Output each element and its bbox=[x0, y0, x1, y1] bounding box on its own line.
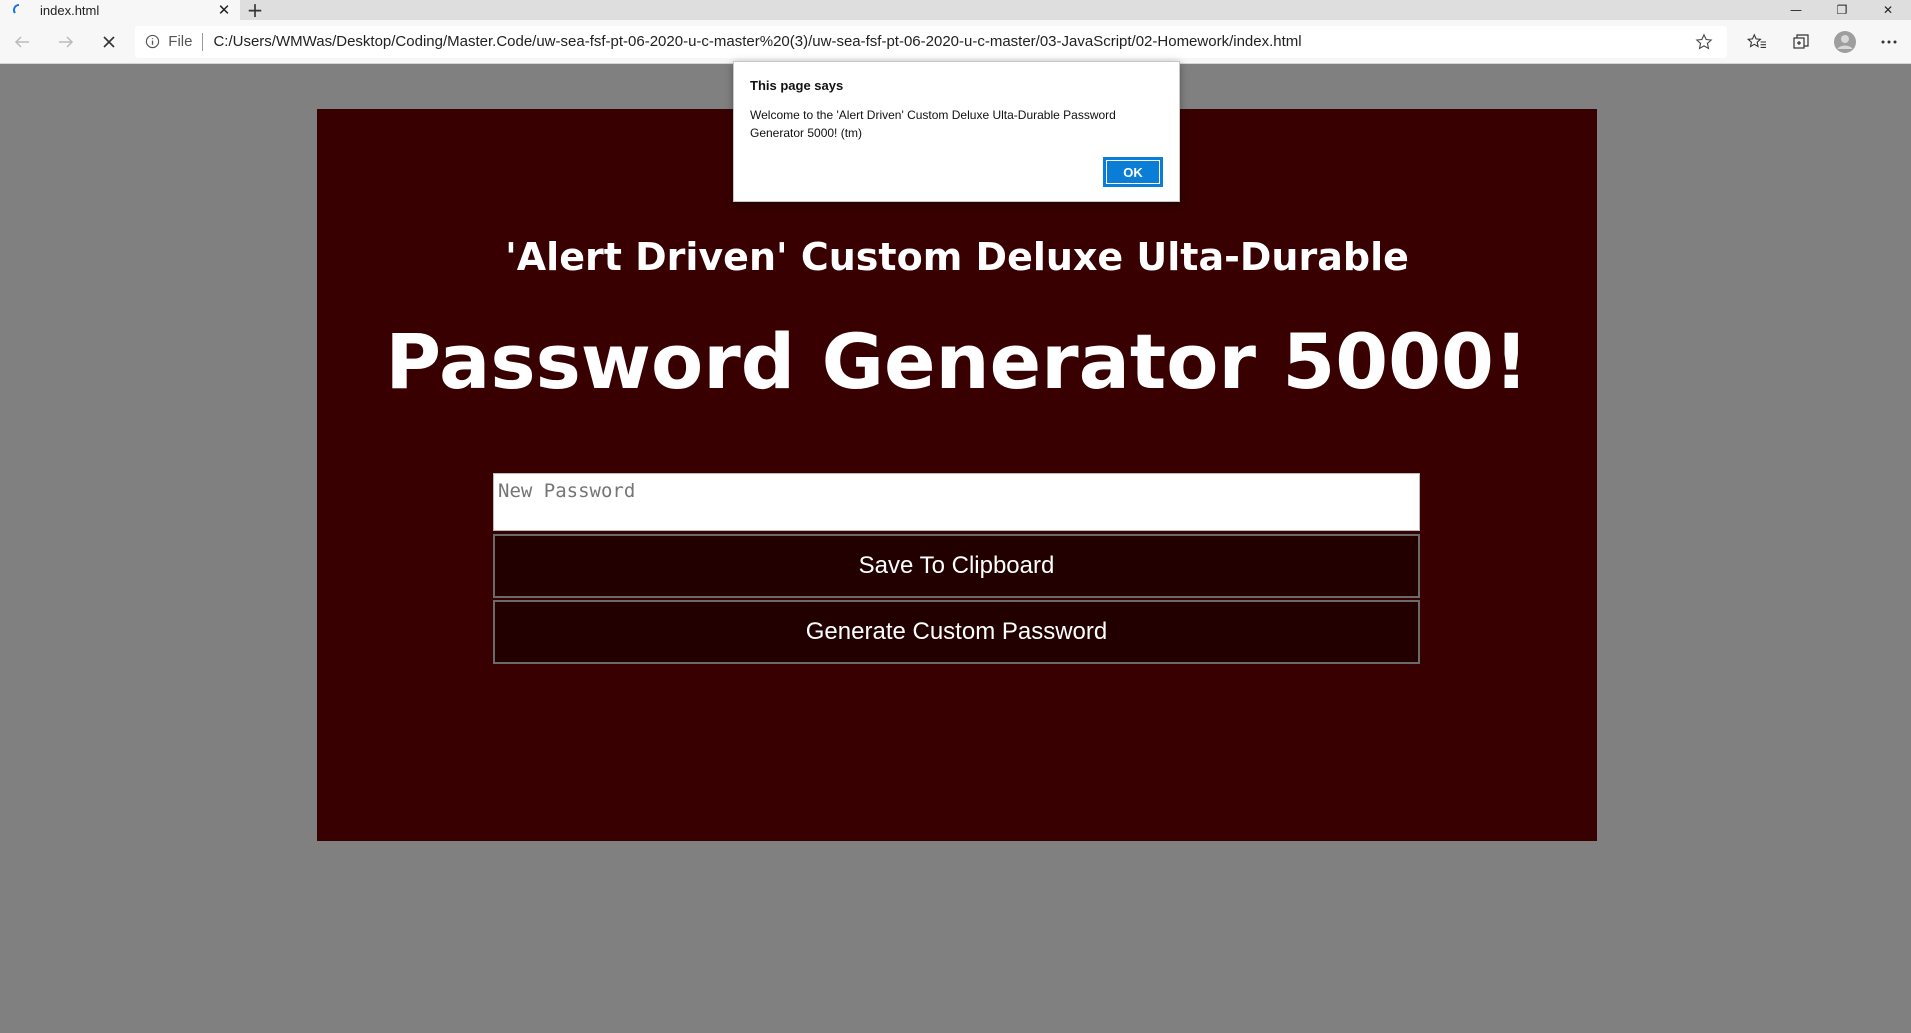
window-controls: — ❐ ✕ bbox=[1773, 0, 1911, 20]
scheme-label: File bbox=[168, 33, 193, 50]
minimize-button[interactable]: — bbox=[1773, 0, 1819, 20]
restore-button[interactable]: ❐ bbox=[1819, 0, 1865, 20]
page-subtitle: 'Alert Driven' Custom Deluxe Ulta-Durabl… bbox=[505, 235, 1409, 279]
favorite-star-icon[interactable] bbox=[1691, 33, 1717, 51]
toolbar-actions bbox=[1735, 20, 1911, 64]
profile-button[interactable] bbox=[1823, 20, 1867, 64]
page-title: Password Generator 5000! bbox=[385, 317, 1529, 406]
generate-password-button[interactable]: Generate Custom Password bbox=[493, 600, 1420, 664]
close-window-button[interactable]: ✕ bbox=[1865, 0, 1911, 20]
tab-index-html[interactable]: index.html ✕ bbox=[0, 0, 240, 20]
tab-strip: index.html ✕ + — ❐ ✕ bbox=[0, 0, 1911, 22]
tab-title: index.html bbox=[40, 2, 100, 18]
dialog-message: Welcome to the 'Alert Driven' Custom Del… bbox=[750, 108, 1116, 140]
save-to-clipboard-button[interactable]: Save To Clipboard bbox=[493, 534, 1420, 598]
back-button[interactable] bbox=[0, 20, 44, 64]
collections-button[interactable] bbox=[1779, 20, 1823, 64]
address-divider bbox=[202, 32, 204, 51]
tab-close-icon[interactable]: ✕ bbox=[216, 1, 232, 19]
stop-button[interactable] bbox=[88, 20, 132, 64]
alert-dialog: This page says Welcome to the 'Alert Dri… bbox=[733, 61, 1180, 202]
collections-icon bbox=[1793, 33, 1809, 49]
favorites-button[interactable] bbox=[1735, 20, 1779, 64]
dialog-ok-button[interactable]: OK bbox=[1103, 157, 1163, 187]
new-tab-button[interactable]: + bbox=[240, 0, 270, 22]
more-icon bbox=[1881, 40, 1897, 43]
forward-arrow-icon bbox=[58, 35, 73, 48]
loading-spinner-icon bbox=[12, 3, 26, 17]
address-bar[interactable]: File C:/Users/WMWas/Desktop/Coding/Maste… bbox=[135, 25, 1727, 58]
stop-icon bbox=[103, 35, 115, 48]
favorites-list-icon bbox=[1746, 32, 1766, 48]
address-url[interactable]: C:/Users/WMWas/Desktop/Coding/Master.Cod… bbox=[213, 33, 1691, 50]
page-viewport: 'Alert Driven' Custom Deluxe Ulta-Durabl… bbox=[0, 65, 1911, 1033]
back-arrow-icon bbox=[14, 35, 29, 48]
site-info-icon[interactable] bbox=[145, 34, 160, 49]
navigation-bar: File C:/Users/WMWas/Desktop/Coding/Maste… bbox=[0, 20, 1911, 64]
generator-card: 'Alert Driven' Custom Deluxe Ulta-Durabl… bbox=[317, 109, 1597, 841]
settings-more-button[interactable] bbox=[1867, 20, 1911, 64]
password-output-field[interactable] bbox=[493, 473, 1420, 531]
profile-avatar-icon bbox=[1833, 30, 1856, 53]
forward-button[interactable] bbox=[44, 20, 88, 64]
dialog-title: This page says bbox=[750, 78, 844, 93]
